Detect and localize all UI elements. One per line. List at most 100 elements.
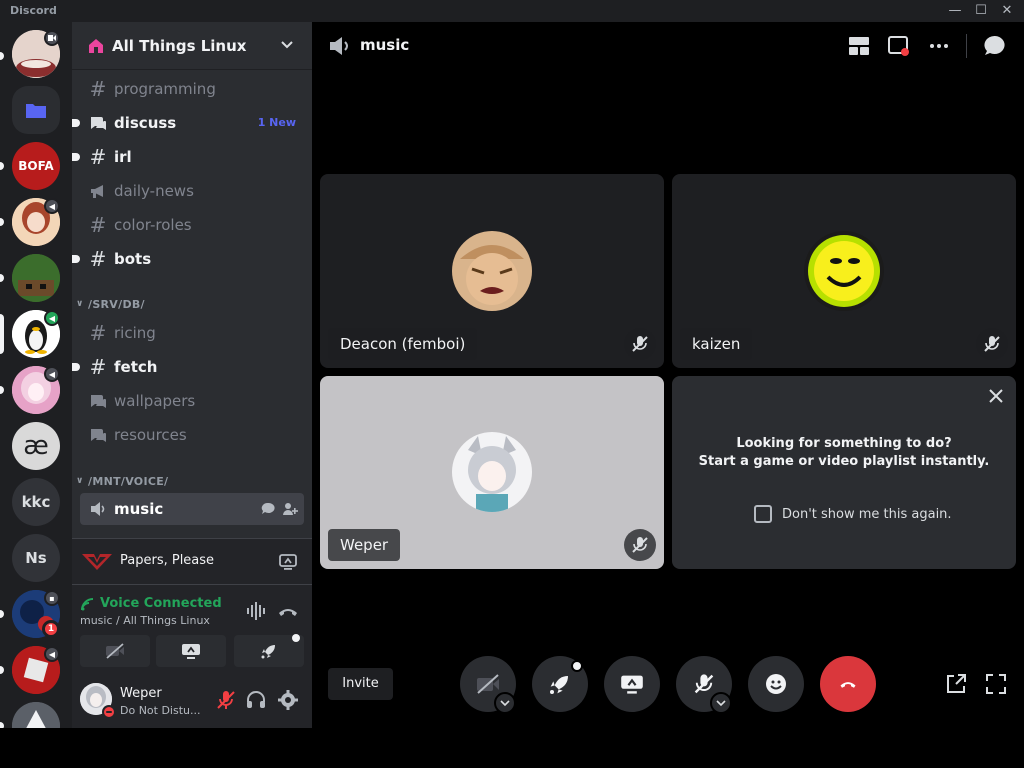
maximize-button[interactable]: ☐	[972, 2, 990, 20]
fullscreen-icon[interactable]	[984, 672, 1008, 696]
server-icon-bofa[interactable]: BOFA	[12, 142, 60, 190]
speaker-icon	[330, 37, 348, 55]
mic-muted-icon[interactable]	[214, 688, 238, 712]
grid-layout-icon[interactable]	[847, 34, 871, 58]
mic-muted-icon	[624, 328, 656, 360]
channel-irl[interactable]: # irl	[72, 141, 304, 173]
noise-suppression-icon[interactable]	[244, 599, 268, 623]
server-unread-pip	[0, 722, 4, 728]
server-icon-ns[interactable]: Ns	[12, 534, 60, 582]
channel-discuss[interactable]: discuss 1 New	[72, 107, 304, 139]
server-label: æ	[23, 431, 49, 461]
server-unread-pip	[0, 386, 4, 394]
leave-call-button[interactable]	[820, 656, 876, 712]
server-icon-12[interactable]	[12, 702, 60, 728]
activity-bar: Papers, Please	[72, 538, 312, 584]
close-icon[interactable]	[986, 386, 1006, 406]
mic-options-button[interactable]	[710, 692, 732, 714]
chat-bubble-icon[interactable]	[260, 501, 276, 517]
channel-color-roles[interactable]: # color-roles	[80, 209, 304, 241]
screen-share-icon	[621, 675, 643, 694]
avatar-art	[452, 432, 532, 512]
channel-fetch[interactable]: # fetch	[72, 351, 304, 383]
gear-icon[interactable]	[276, 688, 300, 712]
minimize-button[interactable]: —	[946, 2, 964, 20]
mic-muted-icon	[694, 674, 714, 694]
hash-icon: #	[89, 321, 107, 345]
headphones-icon[interactable]	[244, 688, 268, 712]
activity-suggestion-tile: Looking for something to do? Start a gam…	[672, 376, 1016, 569]
chat-bubble-icon[interactable]	[983, 34, 1007, 58]
chevron-down-icon	[500, 700, 510, 707]
category-mnt-voice[interactable]: ∨ /MNT/VOICE/	[76, 473, 168, 489]
channel-music[interactable]: music	[80, 493, 304, 525]
mic-muted-icon	[976, 328, 1008, 360]
channel-label: resources	[114, 426, 187, 444]
server-label: BOFA	[18, 159, 54, 173]
add-user-icon[interactable]	[282, 501, 298, 517]
disconnect-icon[interactable]	[276, 599, 300, 623]
unread-pip	[72, 255, 80, 263]
hash-icon: #	[89, 213, 107, 237]
screen-share-button[interactable]	[156, 635, 226, 667]
server-icon-4[interactable]	[12, 254, 60, 302]
voice-status: Voice Connected	[100, 596, 222, 611]
dont-show-again-row[interactable]: Don't show me this again.	[754, 505, 952, 523]
user-status-text: Do Not Distu...	[120, 704, 201, 717]
server-icon-kkc[interactable]: kkc	[12, 478, 60, 526]
participant-tile[interactable]: kaizen	[672, 174, 1016, 368]
category-label: /MNT/VOICE/	[88, 474, 169, 488]
category-srv-db[interactable]: ∨ /SRV/DB/	[76, 296, 145, 312]
channel-label: music	[114, 500, 164, 518]
channel-label: programming	[114, 80, 216, 98]
camera-options-button[interactable]	[494, 692, 516, 714]
server-unread-pip	[0, 52, 4, 60]
mic-muted-icon	[624, 529, 656, 561]
speaker-badge: ◀	[44, 646, 60, 662]
popout-icon[interactable]	[887, 34, 911, 58]
channel-ricing[interactable]: # ricing	[80, 317, 304, 349]
server-avatar-art	[12, 254, 60, 302]
call-channel-title: music	[360, 36, 410, 54]
channel-sidebar: All Things Linux # programming discuss 1…	[72, 22, 312, 728]
server-selected-pip	[0, 314, 4, 354]
folder-icon[interactable]	[12, 86, 60, 134]
close-window-button[interactable]: ✕	[998, 2, 1016, 20]
screen-share-button[interactable]	[604, 656, 660, 712]
rocket-icon	[261, 645, 275, 659]
channel-programming[interactable]: # programming	[80, 73, 304, 105]
server-unread-pip	[0, 666, 4, 674]
invite-button[interactable]: Invite	[328, 668, 393, 700]
channel-label: wallpapers	[114, 392, 196, 410]
unread-pip	[72, 119, 80, 127]
chevron-down-icon	[281, 41, 293, 49]
channel-daily-news[interactable]: daily-news	[80, 175, 304, 207]
camera-off-icon	[106, 643, 124, 659]
participant-tile[interactable]: Weper	[320, 376, 664, 569]
channel-label: color-roles	[114, 216, 192, 234]
channel-bots[interactable]: # bots	[72, 243, 304, 275]
app-name: Discord	[10, 4, 57, 17]
camera-badge	[44, 30, 60, 46]
smiley-icon	[766, 674, 786, 694]
voice-location[interactable]: music / All Things Linux	[80, 614, 210, 627]
server-label: kkc	[21, 493, 51, 511]
participant-name: kaizen	[680, 328, 753, 360]
server-unread-pip	[0, 162, 4, 170]
more-options-icon[interactable]	[927, 34, 951, 58]
call-header: music	[312, 22, 1024, 70]
server-avatar-art	[12, 702, 60, 728]
participant-tile[interactable]: Deacon (femboi)	[320, 174, 664, 368]
channel-wallpapers[interactable]: wallpapers	[80, 385, 304, 417]
stream-game-icon[interactable]	[278, 552, 298, 572]
channel-resources[interactable]: resources	[80, 419, 304, 451]
server-icon-ae[interactable]: æ	[12, 422, 60, 470]
guild-header[interactable]: All Things Linux	[72, 22, 312, 70]
dont-show-again-checkbox[interactable]	[754, 505, 772, 523]
camera-button[interactable]	[80, 635, 150, 667]
hash-icon: #	[89, 247, 107, 271]
soundboard-button[interactable]	[748, 656, 804, 712]
popout-icon[interactable]	[944, 672, 968, 696]
activities-button[interactable]	[234, 634, 304, 667]
signal-icon[interactable]	[80, 597, 96, 613]
